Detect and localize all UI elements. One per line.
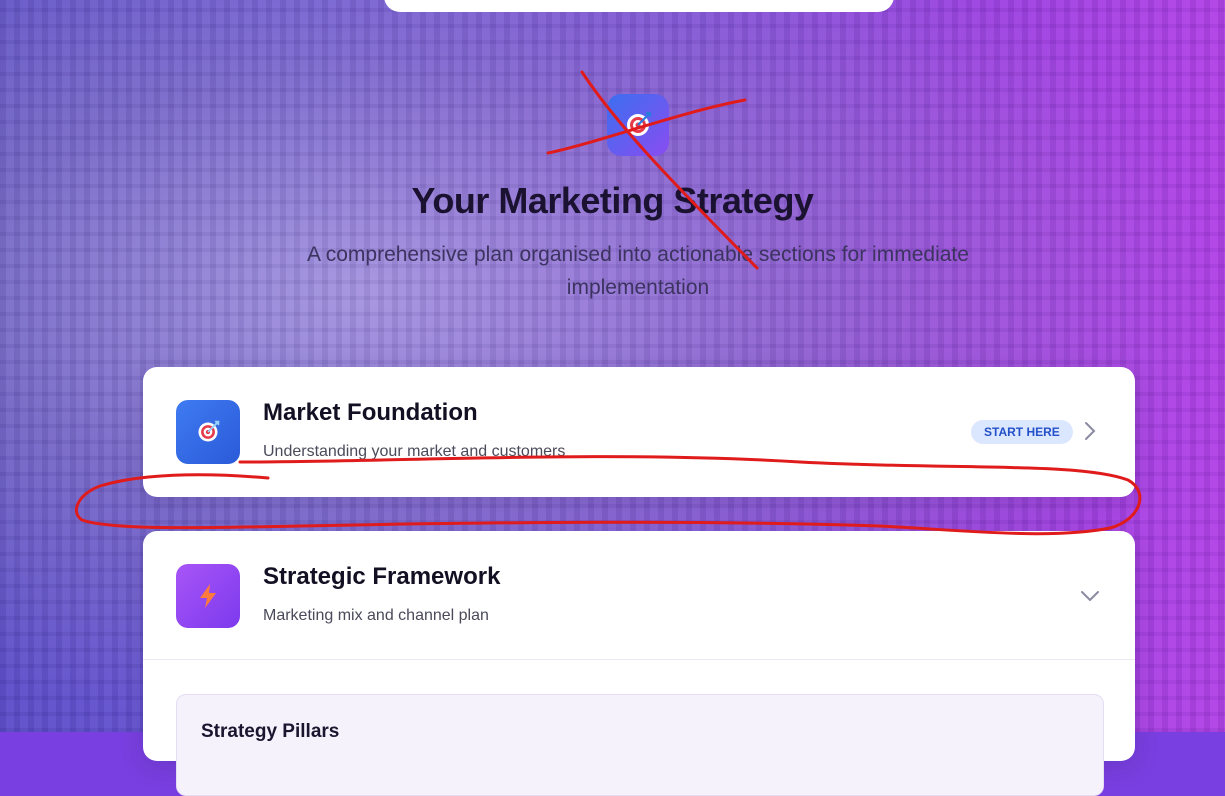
strategy-pillars-panel: Strategy Pillars	[176, 694, 1104, 796]
start-here-badge: START HERE	[971, 420, 1073, 444]
chevron-right-icon[interactable]	[1081, 419, 1099, 443]
chevron-down-graphic	[1081, 591, 1099, 602]
chevron-down-icon[interactable]	[1079, 588, 1101, 602]
page-title: Your Marketing Strategy	[411, 180, 814, 221]
target-icon-graphic	[627, 112, 651, 136]
section-divider	[143, 659, 1135, 660]
strategy-pillars-title: Strategy Pillars	[201, 721, 340, 742]
section-description: Marketing mix and channel plan	[263, 607, 489, 624]
chevron-right-graphic	[1085, 422, 1096, 440]
target-icon	[176, 400, 240, 464]
top-panel	[384, 0, 894, 12]
lightning-icon	[176, 564, 240, 628]
section-title: Market Foundation	[263, 399, 478, 426]
section-description: Understanding your market and customers	[263, 443, 566, 460]
lightning-icon-graphic	[200, 584, 216, 608]
target-icon	[607, 94, 669, 156]
section-title: Strategic Framework	[263, 563, 501, 590]
section-card-strategic-framework[interactable]: Strategic Framework Marketing mix and ch…	[143, 531, 1135, 796]
target-icon-graphic	[198, 420, 220, 442]
page-subtitle: A comprehensive plan organised into acti…	[307, 243, 969, 299]
section-card-market-foundation[interactable]: Market Foundation Understanding your mar…	[143, 367, 1135, 497]
